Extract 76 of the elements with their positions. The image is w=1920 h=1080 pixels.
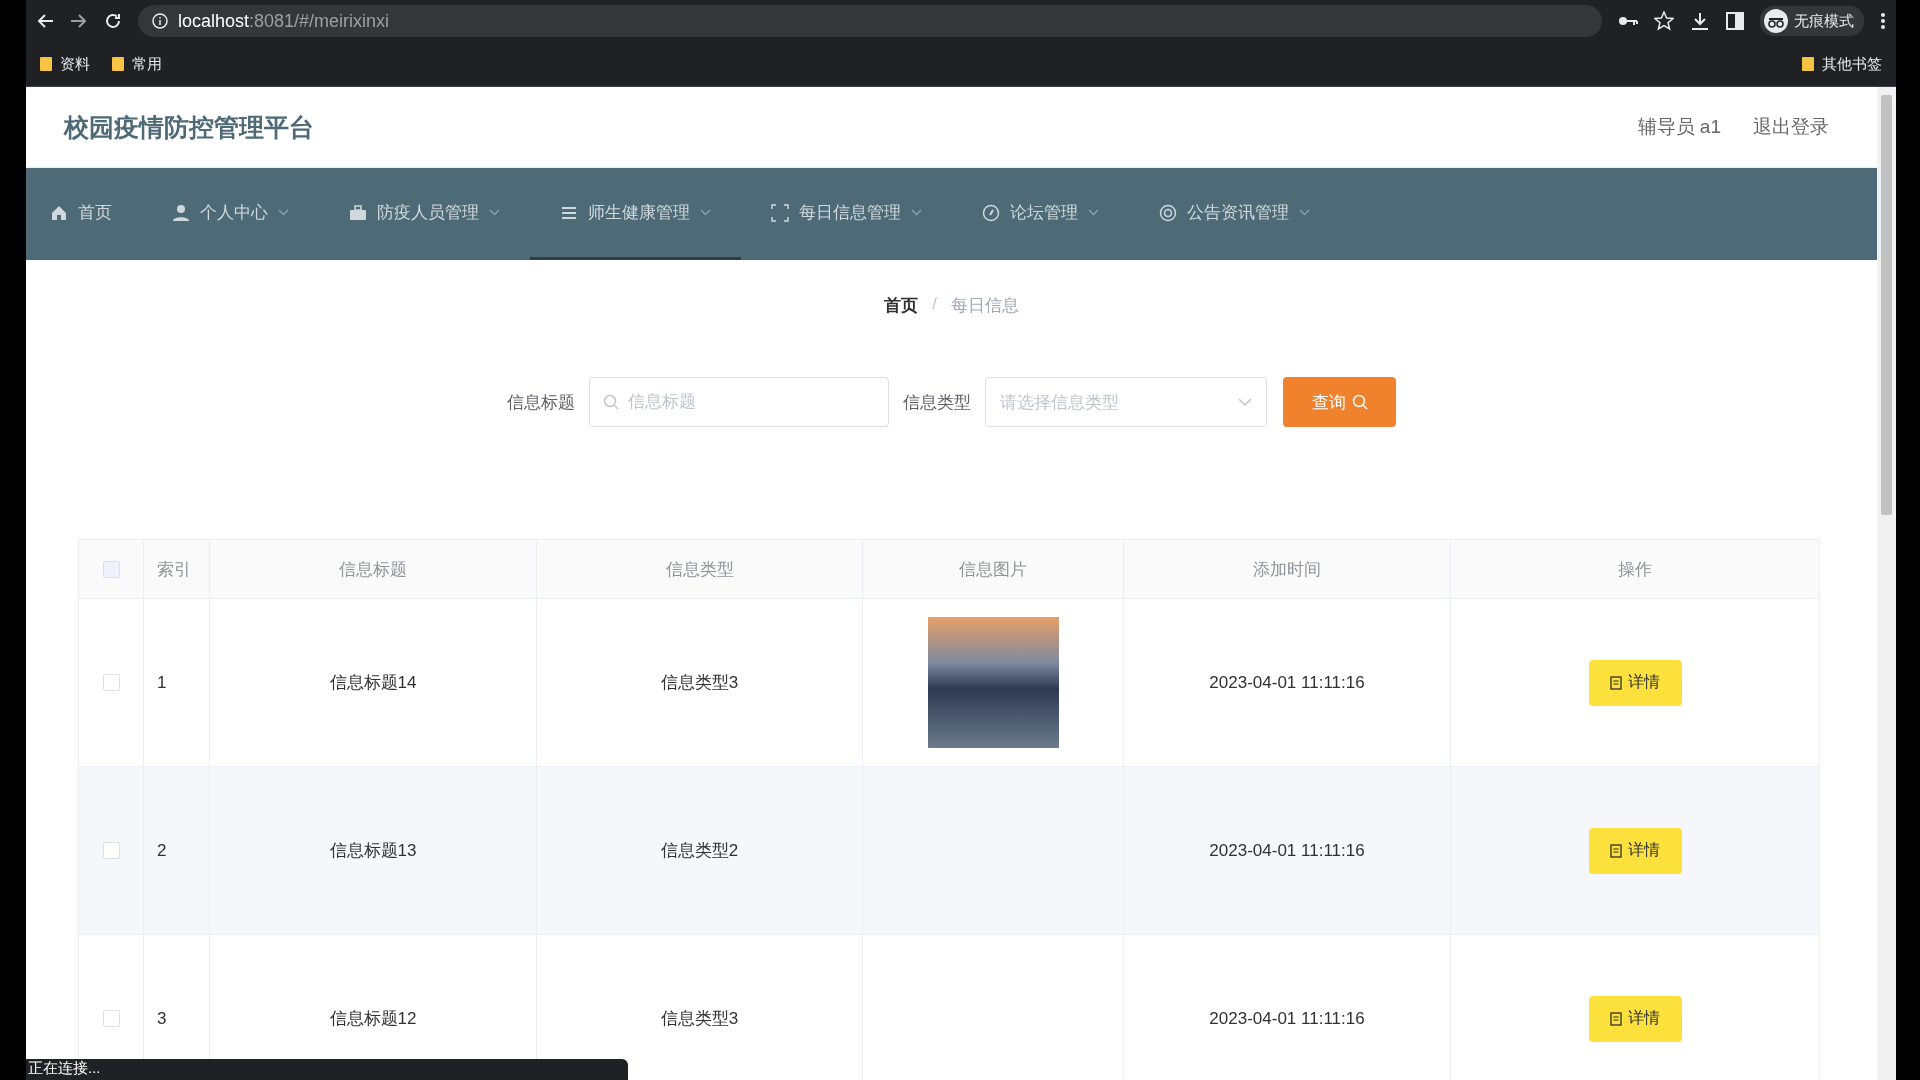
folder-icon — [112, 57, 124, 71]
chevron-down-icon — [489, 209, 500, 216]
breadcrumb-separator: / — [932, 294, 937, 315]
field-label: 信息标题 — [507, 391, 575, 414]
nav-item[interactable]: 防疫人员管理 — [319, 168, 530, 260]
row-checkbox[interactable] — [102, 674, 120, 691]
sidebar-icon[interactable] — [1726, 12, 1744, 30]
target-icon — [1159, 203, 1177, 222]
app-title: 校园疫情防控管理平台 — [64, 111, 315, 143]
menu-icon[interactable] — [1880, 12, 1886, 30]
detail-button[interactable]: 详情 — [1588, 995, 1682, 1042]
briefcase-icon — [349, 203, 367, 222]
nav-item[interactable]: 个人中心 — [142, 168, 319, 260]
folder-icon — [1802, 57, 1814, 71]
breadcrumb-link[interactable]: 首页 — [884, 294, 919, 317]
select-all-checkbox[interactable] — [102, 560, 120, 578]
table-cell: 信息标题13 — [210, 767, 537, 934]
document-icon — [1610, 675, 1622, 690]
scrollbar[interactable] — [1877, 87, 1896, 1080]
bookmark[interactable]: 常用 — [112, 54, 162, 74]
key-icon[interactable] — [1618, 15, 1638, 27]
user-icon — [172, 203, 190, 222]
table-cell: 2 — [144, 767, 210, 934]
url-text: localhost:8081/#/meirixinxi — [178, 10, 390, 32]
table-cell: 2023-04-01 11:11:16 — [1124, 767, 1451, 934]
table-cell: 1 — [144, 599, 210, 766]
chevron-down-icon — [278, 209, 289, 216]
document-icon — [1610, 1011, 1622, 1026]
detail-button[interactable]: 详情 — [1588, 827, 1682, 874]
bookmark[interactable]: 其他书签 — [1802, 54, 1882, 74]
column-header: 索引 — [144, 540, 210, 598]
table-cell: 信息类型2 — [537, 767, 863, 934]
field-label: 信息类型 — [903, 391, 971, 414]
back-icon[interactable] — [36, 13, 54, 29]
chevron-down-icon — [700, 209, 711, 216]
chevron-down-icon — [911, 209, 922, 216]
incognito-icon — [1764, 9, 1788, 33]
logout-link[interactable]: 退出登录 — [1753, 114, 1829, 140]
star-icon[interactable] — [1654, 11, 1674, 31]
table-cell: 2023-04-01 11:11:16 — [1124, 935, 1451, 1080]
compass-icon — [982, 203, 1000, 222]
document-icon — [1610, 843, 1622, 858]
table-cell: 2023-04-01 11:11:16 — [1124, 599, 1451, 766]
search-icon — [1351, 394, 1368, 410]
chevron-down-icon — [1299, 209, 1310, 216]
profile-button[interactable]: 无痕模式 — [1760, 6, 1864, 36]
detail-button[interactable]: 详情 — [1588, 659, 1682, 706]
bookmark[interactable]: 资料 — [40, 54, 90, 74]
column-header: 信息类型 — [537, 540, 863, 598]
chevron-down-icon — [1088, 209, 1099, 216]
column-header: 信息标题 — [210, 540, 537, 598]
frame-icon — [771, 203, 789, 222]
table-cell: 信息类型3 — [537, 599, 863, 766]
info-icon[interactable] — [152, 13, 168, 29]
row-checkbox[interactable] — [102, 1010, 120, 1027]
row-checkbox[interactable] — [102, 842, 120, 859]
nav-item[interactable]: 论坛管理 — [952, 168, 1129, 260]
column-header: 操作 — [1617, 558, 1653, 581]
download-icon[interactable] — [1690, 11, 1710, 31]
nav-item[interactable]: 每日信息管理 — [741, 168, 952, 260]
user-name: 辅导员 a1 — [1637, 115, 1721, 139]
nav-item[interactable]: 公告资讯管理 — [1129, 168, 1340, 260]
nav-item[interactable]: 首页 — [50, 168, 142, 260]
forward-icon[interactable] — [70, 13, 88, 29]
chevron-down-icon — [1238, 398, 1252, 406]
title-search-field[interactable]: 信息标题 — [589, 377, 889, 427]
address-bar[interactable]: localhost:8081/#/meirixinxi — [138, 5, 1602, 37]
column-header: 信息图片 — [863, 540, 1124, 598]
status-bubble: 正在连接... — [26, 1059, 628, 1080]
nav-item[interactable]: 师生健康管理 — [530, 168, 741, 260]
reload-icon[interactable] — [104, 12, 122, 30]
home-icon — [50, 203, 68, 222]
search-icon — [603, 394, 619, 410]
column-header: 添加时间 — [1124, 540, 1451, 598]
table-cell: 信息标题14 — [210, 599, 537, 766]
folder-icon — [40, 57, 52, 71]
